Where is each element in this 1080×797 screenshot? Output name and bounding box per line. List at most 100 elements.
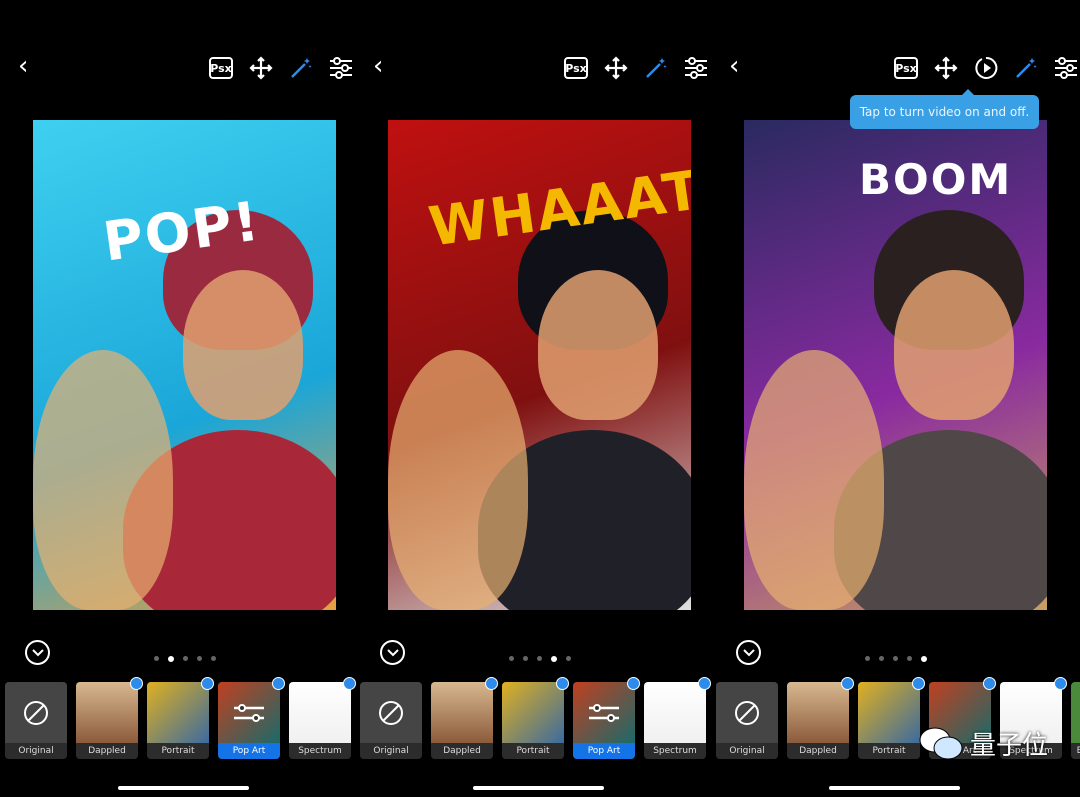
look-spectrum[interactable]: Spectrum <box>289 677 356 759</box>
premium-badge-icon <box>698 677 711 690</box>
toolbar: Psx <box>208 55 354 81</box>
psx-icon[interactable]: Psx <box>208 55 234 81</box>
video-play-icon[interactable] <box>973 55 999 81</box>
home-indicator <box>118 786 249 790</box>
page-dot[interactable] <box>523 656 528 661</box>
sliders-icon <box>589 704 619 722</box>
photo-canvas[interactable]: WHAAAT! <box>388 120 691 610</box>
page-dot[interactable] <box>921 655 927 662</box>
look-dappled[interactable]: Dappled <box>76 677 143 759</box>
none-icon <box>716 682 778 744</box>
watermark: 量子位 <box>918 725 1048 762</box>
home-indicator <box>829 786 960 790</box>
page-dot[interactable] <box>907 656 912 661</box>
look-portrait[interactable]: Portrait <box>858 677 925 759</box>
look-preview <box>289 682 351 744</box>
look-spectrum[interactable]: Spectrum <box>644 677 711 759</box>
back-chevron-icon[interactable]: ‹ <box>18 53 38 79</box>
page-dot[interactable] <box>183 656 188 661</box>
toolbar: Psx <box>893 55 1079 81</box>
look-preview <box>76 682 138 744</box>
subject-face <box>183 270 303 420</box>
sliders-icon[interactable] <box>683 55 709 81</box>
page-dot[interactable] <box>893 656 898 661</box>
page-dot[interactable] <box>865 656 870 661</box>
toolbar: Psx <box>563 55 709 81</box>
phone-screen: ‹ Psx WHAAAT! Original Dappled Portrait Pop… <box>355 0 711 797</box>
sliders-icon[interactable] <box>1053 55 1079 81</box>
look-preview <box>502 682 564 744</box>
page-indicator <box>154 655 216 662</box>
page-indicator <box>509 655 571 662</box>
look-dappled[interactable]: Dappled <box>431 677 498 759</box>
cat <box>388 350 528 610</box>
premium-badge-icon <box>841 677 854 690</box>
premium-badge-icon <box>130 677 143 690</box>
wechat-icon <box>919 727 963 759</box>
premium-badge-icon <box>983 677 996 690</box>
page-dot[interactable] <box>537 656 542 661</box>
move-icon[interactable] <box>248 55 274 81</box>
video-tooltip: Tap to turn video on and off. <box>850 89 1039 129</box>
premium-badge-icon <box>556 677 569 690</box>
look-preview <box>218 682 280 744</box>
watermark-text: 量子位 <box>970 731 1049 761</box>
back-chevron-icon[interactable]: ‹ <box>729 53 749 79</box>
page-dot[interactable] <box>509 656 514 661</box>
page-indicator <box>865 655 927 662</box>
magic-wand-icon[interactable] <box>288 55 314 81</box>
looks-strip[interactable]: Original Dappled Portrait Pop Art Spectrum <box>5 677 356 759</box>
move-icon[interactable] <box>603 55 629 81</box>
comic-text: BOOM <box>859 155 1013 204</box>
sliders-icon[interactable] <box>328 55 354 81</box>
look-pop-art[interactable]: Pop Art <box>218 677 285 759</box>
page-dot[interactable] <box>211 656 216 661</box>
look-preview <box>644 682 706 744</box>
cat <box>744 350 884 610</box>
psx-icon[interactable]: Psx <box>563 55 589 81</box>
look-original[interactable]: Original <box>360 682 422 759</box>
premium-badge-icon <box>485 677 498 690</box>
move-icon[interactable] <box>933 55 959 81</box>
photo-canvas[interactable]: BOOM <box>744 120 1047 610</box>
look-pop-art[interactable]: Pop Art <box>573 677 640 759</box>
page-dot[interactable] <box>197 656 202 661</box>
phone-screen: ‹ Psx POP! Original Dappled Portrait Pop Ar… <box>0 0 356 797</box>
page-dot[interactable] <box>154 656 159 661</box>
premium-badge-icon <box>272 677 285 690</box>
collapse-chevron-icon[interactable] <box>25 640 50 665</box>
page-dot[interactable] <box>879 656 884 661</box>
none-icon <box>360 682 422 744</box>
look-preview <box>147 682 209 744</box>
look-partial[interactable]: Bi <box>1071 682 1080 759</box>
home-indicator <box>473 786 604 790</box>
magic-wand-icon[interactable] <box>643 55 669 81</box>
subject-face <box>538 270 658 420</box>
premium-badge-icon <box>201 677 214 690</box>
sliders-icon <box>234 704 264 722</box>
premium-badge-icon <box>912 677 925 690</box>
look-portrait[interactable]: Portrait <box>502 677 569 759</box>
back-chevron-icon[interactable]: ‹ <box>373 53 393 79</box>
magic-wand-icon[interactable] <box>1013 55 1039 81</box>
collapse-chevron-icon[interactable] <box>736 640 761 665</box>
look-dappled[interactable]: Dappled <box>787 677 854 759</box>
page-dot[interactable] <box>566 656 571 661</box>
premium-badge-icon <box>1054 677 1067 690</box>
none-icon <box>5 682 67 744</box>
cat <box>33 350 173 610</box>
page-dot[interactable] <box>551 655 557 662</box>
look-original[interactable]: Original <box>716 682 778 759</box>
look-portrait[interactable]: Portrait <box>147 677 214 759</box>
premium-badge-icon <box>627 677 640 690</box>
looks-strip[interactable]: Original Dappled Portrait Pop Art Spectrum <box>360 677 711 759</box>
look-preview <box>573 682 635 744</box>
psx-icon[interactable]: Psx <box>893 55 919 81</box>
photo-canvas[interactable]: POP! <box>33 120 336 610</box>
look-preview <box>858 682 920 744</box>
subject-face <box>894 270 1014 420</box>
look-original[interactable]: Original <box>5 682 67 759</box>
collapse-chevron-icon[interactable] <box>380 640 405 665</box>
look-preview <box>787 682 849 744</box>
page-dot[interactable] <box>168 655 174 662</box>
